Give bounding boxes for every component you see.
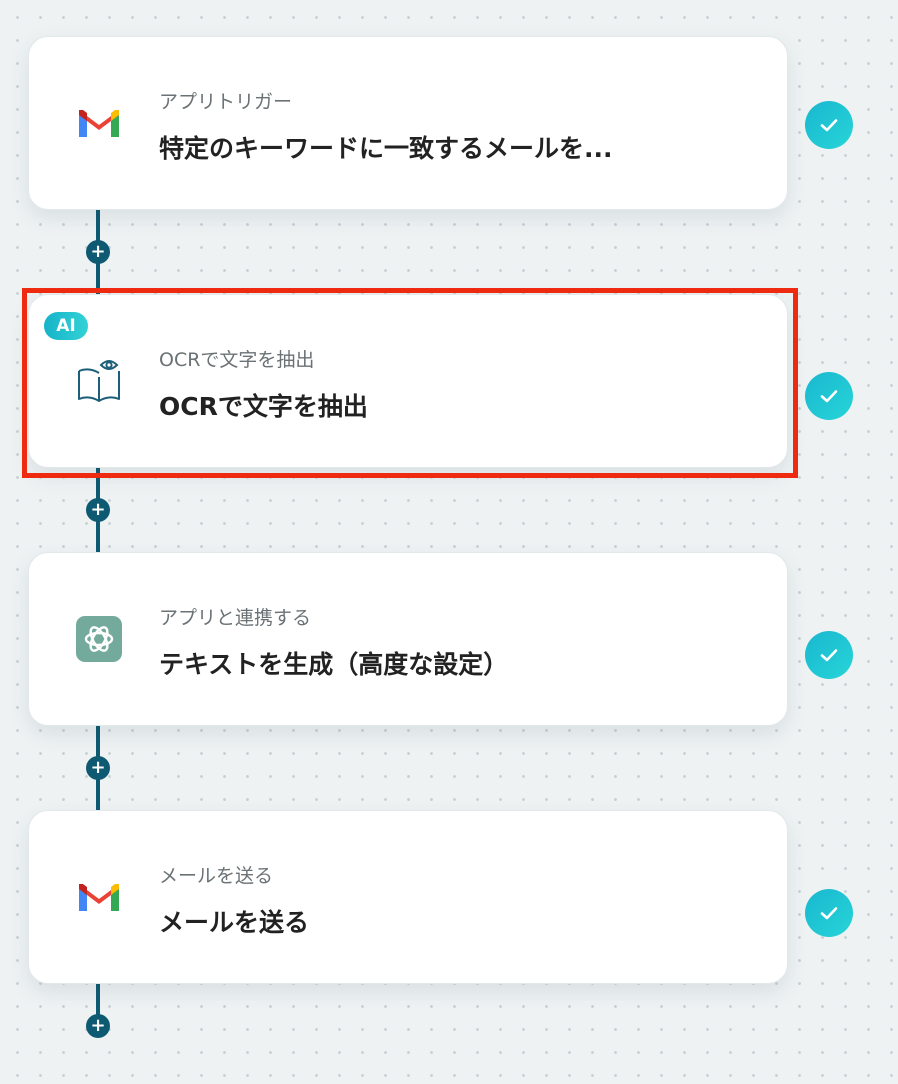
gmail-icon (75, 99, 123, 147)
check-icon (805, 631, 853, 679)
flow-step-card-chatgpt[interactable]: アプリと連携する テキストを生成（高度な設定） (28, 552, 788, 726)
step-subtitle: OCRで文字を抽出 (159, 349, 315, 371)
step-title: メールを送る (159, 908, 310, 937)
flow-step-card-ocr[interactable]: OCRで文字を抽出 OCRで文字を抽出 (28, 294, 788, 468)
add-step-button[interactable]: + (86, 498, 110, 522)
flow-step-card-send-mail[interactable]: メールを送る メールを送る (28, 810, 788, 984)
check-icon (805, 889, 853, 937)
step-title: 特定のキーワードに一致するメールを... (159, 134, 613, 163)
gmail-icon (75, 873, 123, 921)
ocr-book-icon (75, 357, 123, 405)
add-step-button[interactable]: + (86, 1014, 110, 1038)
check-icon (805, 101, 853, 149)
ai-badge: AI (44, 312, 88, 340)
add-step-button[interactable]: + (86, 240, 110, 264)
chatgpt-icon (75, 615, 123, 663)
step-title: OCRで文字を抽出 (159, 392, 368, 421)
step-title: テキストを生成（高度な設定） (159, 650, 509, 679)
add-step-button[interactable]: + (86, 756, 110, 780)
check-icon (805, 372, 853, 420)
step-subtitle: アプリトリガー (159, 91, 293, 113)
step-subtitle: アプリと連携する (159, 607, 312, 629)
step-subtitle: メールを送る (159, 865, 274, 887)
flow-step-card-trigger[interactable]: アプリトリガー 特定のキーワードに一致するメールを... (28, 36, 788, 210)
